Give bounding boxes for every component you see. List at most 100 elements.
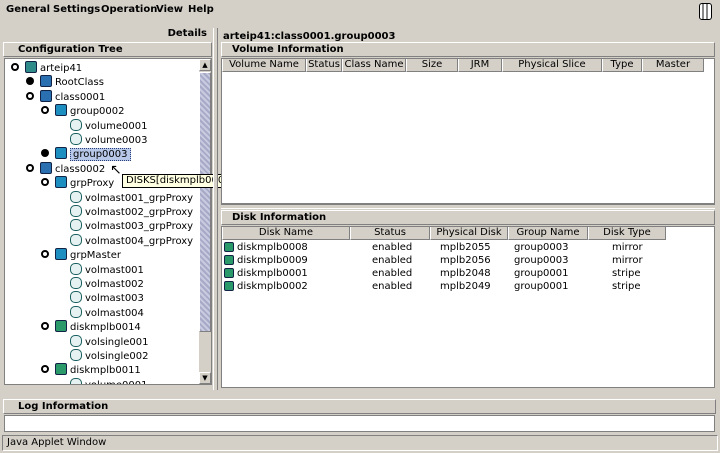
disk-type-cell: mirror bbox=[612, 255, 643, 266]
log-area[interactable] bbox=[4, 415, 715, 432]
tree-node-label: arteip41 bbox=[40, 63, 83, 74]
volume-column-header[interactable]: Type bbox=[602, 59, 642, 72]
scroll-thumb[interactable] bbox=[199, 72, 211, 332]
volume-column-header[interactable]: Class Name bbox=[342, 59, 406, 72]
volume-icon bbox=[70, 305, 82, 318]
volume-information-header: Volume Information bbox=[221, 42, 715, 57]
disk-table[interactable]: Disk Name Status Physical Disk Group Name Di… bbox=[221, 226, 715, 388]
horizontal-splitter[interactable] bbox=[221, 204, 715, 209]
vertical-splitter[interactable] bbox=[213, 28, 218, 390]
tree-node-label: volmast002 bbox=[85, 279, 144, 290]
expand-icon[interactable] bbox=[41, 149, 49, 158]
disk-type-cell: stripe bbox=[612, 268, 641, 279]
volume-icon bbox=[70, 334, 82, 347]
collapse-icon[interactable] bbox=[41, 106, 49, 115]
menu-settings[interactable]: Settings bbox=[53, 4, 100, 15]
disk-status-cell: enabled bbox=[372, 255, 413, 266]
tree-node-label: volume0001 bbox=[85, 120, 148, 132]
tree-node[interactable]: volmast003 bbox=[56, 291, 144, 305]
volume-column-header[interactable]: Status bbox=[306, 59, 342, 72]
tree-node[interactable]: class0001 bbox=[26, 89, 106, 104]
tree-node[interactable]: RootClass bbox=[26, 75, 104, 89]
volume-column-header[interactable]: JRM bbox=[458, 59, 502, 72]
disk-column-header[interactable]: Group Name bbox=[508, 227, 588, 240]
disk-icon bbox=[55, 320, 67, 333]
tree-node[interactable]: volmast003_grpProxy bbox=[56, 219, 193, 233]
collapse-icon[interactable] bbox=[11, 63, 19, 71]
menu-view[interactable]: View bbox=[156, 4, 183, 15]
collapse-icon[interactable] bbox=[41, 178, 49, 187]
disk-column-header[interactable]: Disk Name bbox=[222, 227, 350, 240]
collapse-icon[interactable] bbox=[26, 91, 34, 100]
tree-node[interactable]: class0002 bbox=[26, 161, 105, 176]
tree-node-label: volmast004 bbox=[85, 307, 144, 319]
collapse-icon[interactable] bbox=[26, 163, 34, 172]
tree-node[interactable]: volmast004 bbox=[56, 305, 144, 320]
tree-node[interactable]: arteip41 bbox=[11, 61, 82, 75]
volume-column-header[interactable]: Size bbox=[406, 59, 458, 72]
expand-icon[interactable] bbox=[26, 77, 34, 86]
tree-node[interactable]: volsingle001 bbox=[56, 334, 149, 349]
disk-icon bbox=[224, 281, 234, 291]
physical-disk-cell: mplb2048 bbox=[440, 268, 491, 279]
disk-column-header[interactable]: Physical Disk bbox=[430, 227, 508, 240]
class-icon bbox=[40, 161, 52, 174]
collapse-icon[interactable] bbox=[41, 322, 49, 331]
tree-node[interactable]: volmast004_grpProxy bbox=[56, 233, 193, 248]
disk-column-header[interactable]: Disk Type bbox=[588, 227, 666, 240]
disk-name-cell: diskmplb0008 bbox=[237, 242, 308, 253]
tree-node-label: grpProxy bbox=[70, 178, 115, 190]
tree-node[interactable]: volmast001 bbox=[56, 262, 144, 277]
tree-node[interactable]: volume0001 bbox=[56, 377, 148, 384]
tree-node[interactable]: grpProxy bbox=[41, 176, 114, 190]
volume-icon bbox=[70, 205, 82, 217]
trash-icon[interactable] bbox=[699, 3, 712, 20]
tree-scrollbar[interactable]: ▲ ▼ bbox=[198, 59, 211, 384]
menu-general[interactable]: General bbox=[6, 4, 50, 15]
tree-node[interactable]: volmast002_grpProxy bbox=[56, 205, 193, 219]
mouse-pointer-icon: ↖ bbox=[110, 162, 122, 178]
class-icon bbox=[40, 75, 52, 88]
group-name-cell: group0001 bbox=[514, 268, 569, 279]
volume-icon bbox=[70, 219, 82, 232]
disk-information-header: Disk Information bbox=[221, 210, 715, 225]
menu-operation[interactable]: Operation bbox=[101, 4, 157, 15]
volume-icon bbox=[70, 291, 82, 304]
tree-node-label: volmast003 bbox=[85, 293, 144, 305]
disk-type-cell: stripe bbox=[612, 281, 641, 292]
tree-node[interactable]: group0003 bbox=[41, 147, 131, 162]
tree-node-label: volmast003_grpProxy bbox=[85, 221, 194, 233]
collapse-icon[interactable] bbox=[41, 365, 49, 374]
tree-node[interactable]: diskmplb0011 bbox=[41, 363, 141, 377]
tree-node[interactable]: grpMaster bbox=[41, 248, 121, 262]
volume-icon bbox=[70, 118, 82, 131]
menu-help[interactable]: Help bbox=[188, 4, 214, 15]
tree-node-label: RootClass bbox=[55, 77, 104, 89]
tree-node[interactable]: volsingle002 bbox=[56, 349, 149, 363]
volume-column-header[interactable]: Master bbox=[642, 59, 704, 72]
tree-node-label: class0001 bbox=[55, 91, 106, 103]
tree-node[interactable]: volume0003 bbox=[56, 133, 148, 147]
disk-type-cell: mirror bbox=[612, 242, 643, 253]
tree-node[interactable]: volume0001 bbox=[56, 118, 148, 133]
tree-node[interactable]: volmast001_grpProxy bbox=[56, 190, 193, 205]
volume-table[interactable]: Volume Name Status Class Name Size JRM Physic… bbox=[221, 58, 715, 204]
group-icon bbox=[55, 147, 67, 160]
tree-node-label: volume0003 bbox=[85, 135, 148, 146]
tree-node[interactable]: diskmplb0014 bbox=[41, 320, 141, 334]
collapse-icon[interactable] bbox=[41, 250, 49, 259]
tree-node[interactable]: volmast002 bbox=[56, 277, 144, 291]
proxy-group-icon bbox=[55, 176, 67, 189]
tree-node-label: volsingle002 bbox=[85, 351, 149, 362]
disk-column-header[interactable]: Status bbox=[350, 227, 430, 240]
configuration-tree[interactable]: ▲ ▼ arteip41 RootClass class0001 group0002 v… bbox=[4, 58, 212, 385]
scroll-down-icon[interactable]: ▼ bbox=[199, 372, 211, 384]
disk-name-cell: diskmplb0009 bbox=[237, 255, 308, 266]
volume-column-header[interactable]: Volume Name bbox=[222, 59, 306, 72]
tree-node[interactable]: group0002 bbox=[41, 104, 125, 118]
scroll-up-icon[interactable]: ▲ bbox=[199, 59, 211, 71]
volume-column-header[interactable]: Physical Slice bbox=[502, 59, 602, 72]
details-button[interactable]: Details bbox=[3, 28, 210, 41]
volume-icon bbox=[70, 190, 82, 203]
tree-node-label: diskmplb0014 bbox=[70, 322, 141, 334]
